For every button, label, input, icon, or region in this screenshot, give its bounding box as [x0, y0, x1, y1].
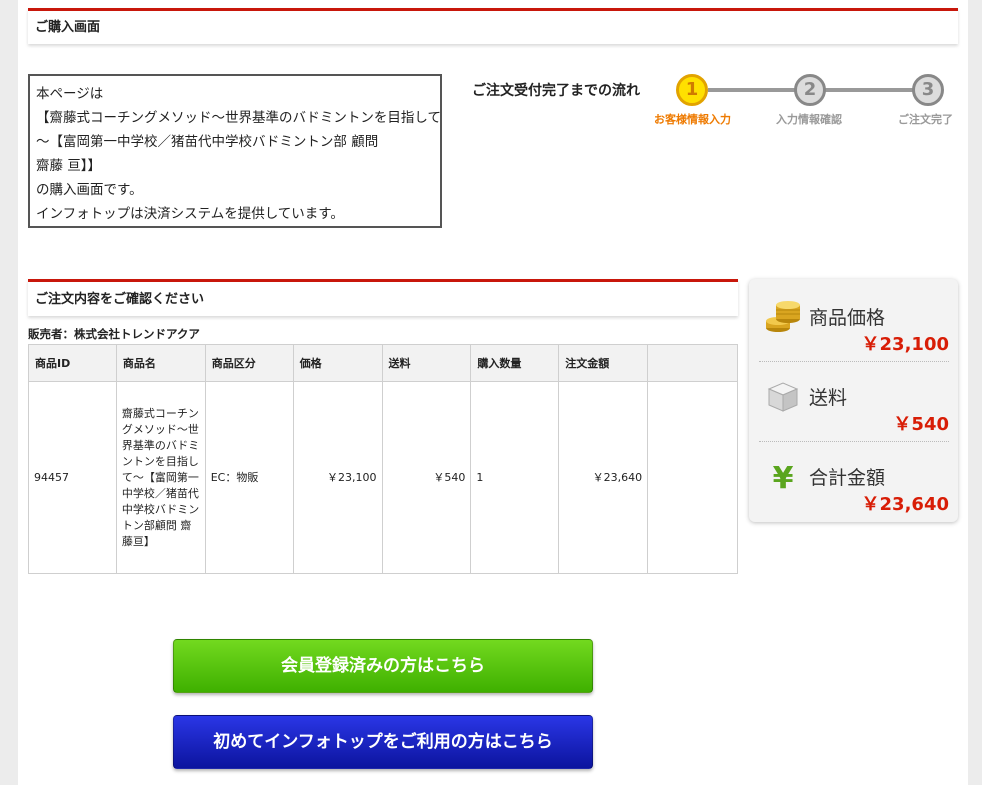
header-quantity: 購入数量: [470, 344, 560, 382]
intro-line: 【齋藤式コーチングメソッド〜世界基準のバドミントンを目指して: [36, 110, 441, 126]
summary-divider: [759, 361, 949, 362]
intro-line: 本ページは: [36, 86, 104, 102]
order-table: 商品ID 商品名 商品区分 価格 送料 購入数量 注文金額 94457 齋藤式コ…: [28, 344, 738, 574]
intro-line: 〜【富岡第一中学校／猪苗代中学校バドミントン部 顧問: [36, 134, 379, 150]
cell-shipping: ￥540: [381, 381, 472, 574]
header-product-id: 商品ID: [28, 344, 117, 382]
summary-total: ¥ 合計金額 ￥23,640: [759, 445, 949, 525]
step-3-circle: 3: [912, 74, 944, 106]
summary-price-value: ￥23,100: [861, 334, 949, 355]
page-title-bar: ご購入画面: [28, 8, 958, 44]
summary-price-label: 商品価格: [809, 307, 886, 329]
step-1-label: お客様情報入力: [654, 113, 731, 126]
cell-product-name: 齋藤式コーチングメソッド〜世界基準のバドミントンを目指して〜【富岡第一中学校／猪…: [115, 381, 206, 574]
step-2-label: 入力情報確認: [776, 113, 842, 126]
header-product-name: 商品名: [115, 344, 206, 382]
page-container: ご購入画面 本ページは 【齋藤式コーチングメソッド〜世界基準のバドミントンを目指…: [18, 0, 968, 785]
intro-line: 齋藤 亘】】: [36, 158, 102, 174]
summary-shipping: 送料 ￥540: [759, 365, 949, 445]
confirm-title: ご注文内容をご確認ください: [35, 292, 205, 307]
yen-icon: ¥: [773, 461, 794, 495]
header-price: 価格: [292, 344, 383, 382]
intro-box: 本ページは 【齋藤式コーチングメソッド〜世界基準のバドミントンを目指して 〜【富…: [28, 74, 442, 228]
header-shipping: 送料: [381, 344, 472, 382]
header-category: 商品区分: [204, 344, 294, 382]
member-login-button[interactable]: 会員登録済みの方はこちら: [173, 639, 593, 693]
intro-line: インフォトップは決済システムを提供しています。: [36, 206, 344, 222]
confirm-title-bar: ご注文内容をご確認ください: [28, 279, 738, 316]
cell-price: ￥23,100: [292, 381, 383, 574]
cell-product-id: 94457: [28, 381, 117, 574]
steps-title: ご注文受付完了までの流れ: [472, 83, 640, 99]
step-1-circle: 1: [676, 74, 708, 106]
cell-total: ￥23,640: [558, 381, 649, 574]
header-total: 注文金額: [558, 344, 649, 382]
table-header-row: 商品ID 商品名 商品区分 価格 送料 購入数量 注文金額: [28, 344, 738, 382]
price-summary-panel: 商品価格 ￥23,100 送料 ￥540 ¥ 合計金額 ￥23,640: [749, 279, 958, 522]
step-2-circle: 2: [794, 74, 826, 106]
page-title: ご購入画面: [35, 20, 101, 35]
summary-shipping-label: 送料: [809, 387, 848, 409]
header-extra: [647, 344, 738, 382]
intro-line: の購入画面です。: [36, 182, 143, 198]
cell-quantity: 1: [470, 381, 560, 574]
summary-total-value: ￥23,640: [861, 494, 949, 515]
step-3-label: ご注文完了: [898, 113, 953, 126]
summary-price: 商品価格 ￥23,100: [759, 285, 949, 365]
cell-category: EC：物販: [204, 381, 294, 574]
summary-divider: [759, 441, 949, 442]
svg-text:¥: ¥: [773, 461, 794, 495]
summary-shipping-value: ￥540: [893, 414, 949, 435]
box-icon: [767, 382, 799, 412]
summary-total-label: 合計金額: [809, 467, 886, 489]
gold-coins-icon: [766, 301, 800, 332]
seller-label: 販売者：株式会社トレンドアクア: [28, 327, 200, 341]
first-time-user-button[interactable]: 初めてインフォトップをご利用の方はこちら: [173, 715, 593, 769]
table-row: 94457 齋藤式コーチングメソッド〜世界基準のバドミントンを目指して〜【富岡第…: [28, 381, 738, 574]
cell-extra: [647, 381, 738, 574]
